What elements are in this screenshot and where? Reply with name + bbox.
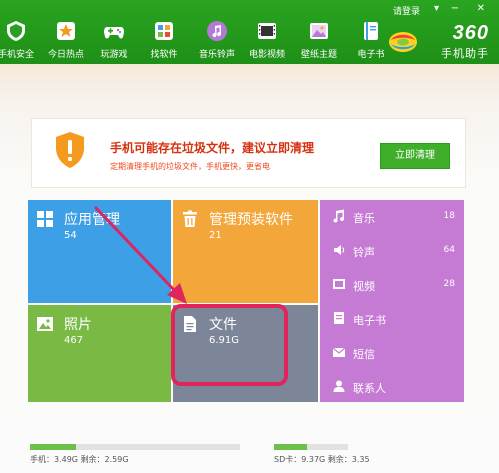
nav-item-phone-security[interactable]: 手机安全 (0, 0, 42, 64)
video-icon (333, 279, 345, 289)
warning-shield-icon (56, 132, 84, 168)
sidebar-item-videos[interactable]: 视频 28 (320, 268, 464, 300)
login-link[interactable]: 请登录 (393, 4, 420, 17)
brand-number: 360 (452, 22, 489, 44)
tile-title: 应用管理 (64, 212, 120, 228)
app-grid-icon (155, 22, 173, 40)
sidebar-item-label: 电子书 (353, 314, 386, 327)
sd-storage: SD卡：9.37G 剩余：3.35 (274, 444, 370, 473)
minimize-icon[interactable]: − (451, 3, 459, 14)
sidebar-item-count: 18 (443, 211, 455, 221)
sd-storage-track (274, 444, 348, 450)
sidebar-item-sms[interactable]: 短信 (320, 336, 464, 368)
shield-icon (7, 21, 25, 41)
nav-label: 音乐铃声 (198, 50, 235, 60)
sidebar-item-ebooks[interactable]: 电子书 (320, 302, 464, 334)
tile-photos[interactable]: 照片 467 (28, 305, 171, 402)
sidebar-item-music[interactable]: 音乐 18 (320, 200, 464, 232)
menu-dropdown-icon[interactable]: ▾ (434, 3, 439, 14)
phone-storage-track (30, 444, 240, 450)
music-icon (333, 209, 345, 223)
ebook-icon (334, 312, 344, 324)
nav-label: 今日热点 (47, 50, 84, 60)
film-icon (258, 23, 276, 39)
junk-files-alert: 手机可能存在垃圾文件，建议立即清理 定期清理手机的垃圾文件，手机更快，更省电 立… (31, 118, 466, 188)
nav-label: 玩游戏 (100, 50, 128, 60)
star-news-icon (57, 22, 75, 40)
sidebar-item-label: 视频 (353, 280, 375, 293)
contacts-icon (333, 380, 345, 392)
sidebar-item-label: 铃声 (353, 246, 375, 259)
sidebar-item-contacts[interactable]: 联系人 (320, 370, 464, 402)
clean-now-button[interactable]: 立即清理 (380, 143, 450, 169)
sidebar-item-ringtones[interactable]: 铃声 64 (320, 234, 464, 266)
photo-icon (37, 317, 53, 331)
sidebar-item-label: 短信 (353, 348, 375, 361)
sidebar-item-label: 联系人 (353, 382, 386, 395)
sidebar-item-count: 64 (443, 245, 455, 255)
top-navigation-bar: 手机安全 今日热点 玩游戏 找软件 音乐铃声 电影视频 壁纸主题 电子书 请登录… (0, 0, 499, 64)
nav-item-wallpaper-themes[interactable]: 壁纸主题 (293, 0, 345, 64)
nav-item-today-hot[interactable]: 今日热点 (40, 0, 92, 64)
tile-count: 54 (64, 230, 77, 241)
files-highlight-box (171, 304, 288, 386)
nav-label: 壁纸主题 (300, 50, 337, 60)
nav-item-find-software[interactable]: 找软件 (138, 0, 190, 64)
nav-label: 找软件 (150, 50, 178, 60)
tile-title: 管理预装软件 (209, 212, 293, 228)
alert-title: 手机可能存在垃圾文件，建议立即清理 (110, 141, 315, 155)
sd-storage-text: SD卡：9.37G 剩余：3.35 (274, 455, 370, 464)
nav-item-games[interactable]: 玩游戏 (88, 0, 140, 64)
app-grid-icon (37, 211, 53, 227)
tile-count: 467 (64, 335, 84, 346)
media-sidebar: 音乐 18 铃声 64 视频 28 电子书 短信 联系人 (320, 200, 464, 402)
brand-area: 请登录 ▾ − ✕ 360 手机助手 (379, 0, 499, 64)
tile-count: 21 (209, 230, 222, 241)
360-logo-icon (389, 32, 417, 52)
alert-subtitle: 定期清理手机的垃圾文件，手机更快，更省电 (110, 162, 270, 171)
brand-name: 手机助手 (441, 47, 489, 60)
phone-storage: 手机：3.49G 剩余：2.59G (30, 444, 240, 473)
phone-storage-text: 手机：3.49G 剩余：2.59G (30, 455, 129, 464)
nav-label: 手机安全 (0, 50, 34, 60)
ringtone-icon (334, 245, 345, 255)
trash-icon (183, 210, 197, 227)
nav-item-movies-videos[interactable]: 电影视频 (241, 0, 293, 64)
nav-label: 电影视频 (248, 50, 285, 60)
tile-app-management[interactable]: 应用管理 54 (28, 200, 171, 303)
sidebar-item-count: 28 (443, 279, 455, 289)
sd-storage-fill (274, 444, 308, 450)
tile-preinstalled-software[interactable]: 管理预装软件 21 (173, 200, 318, 303)
music-note-icon (207, 21, 227, 41)
sms-icon (332, 347, 346, 357)
nav-item-music-ringtones[interactable]: 音乐铃声 (191, 0, 243, 64)
close-icon[interactable]: ✕ (477, 3, 485, 14)
gamepad-icon (104, 27, 124, 39)
wallpaper-icon (310, 23, 328, 39)
tile-title: 照片 (64, 317, 92, 333)
sidebar-item-label: 音乐 (353, 212, 375, 225)
phone-storage-fill (30, 444, 77, 450)
